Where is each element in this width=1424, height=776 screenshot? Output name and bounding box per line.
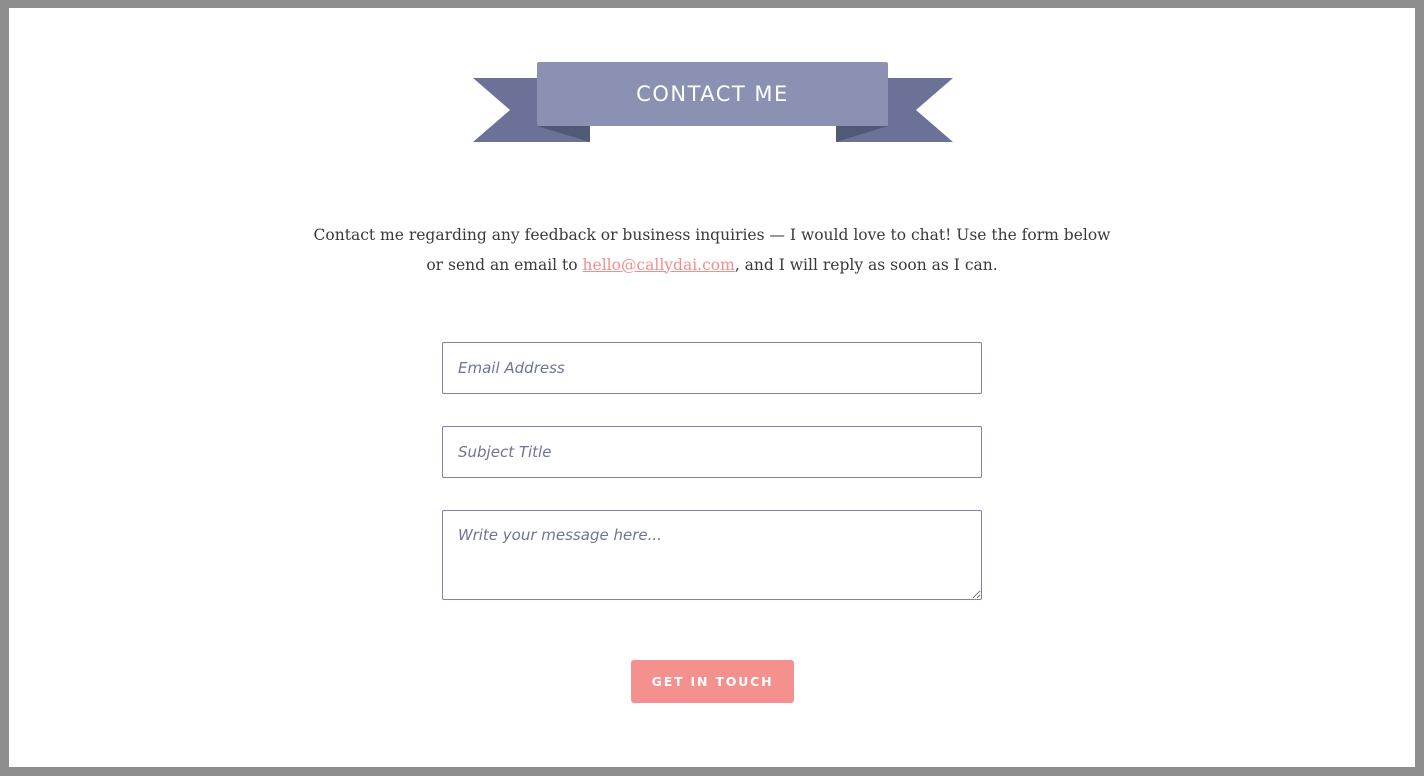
intro-text: Contact me regarding any feedback or bus… bbox=[309, 220, 1115, 280]
email-field[interactable] bbox=[442, 342, 982, 394]
ribbon-banner: CONTACT ME bbox=[9, 8, 1415, 158]
page-title: CONTACT ME bbox=[636, 82, 789, 106]
get-in-touch-button[interactable]: GET IN TOUCH bbox=[631, 660, 794, 703]
message-textarea[interactable] bbox=[442, 510, 982, 600]
contact-page: CONTACT ME Contact me regarding any feed… bbox=[9, 8, 1415, 767]
subject-field[interactable] bbox=[442, 426, 982, 478]
email-link[interactable]: hello@callydai.com bbox=[583, 256, 735, 274]
intro-text-after: , and I will reply as soon as I can. bbox=[734, 255, 998, 274]
